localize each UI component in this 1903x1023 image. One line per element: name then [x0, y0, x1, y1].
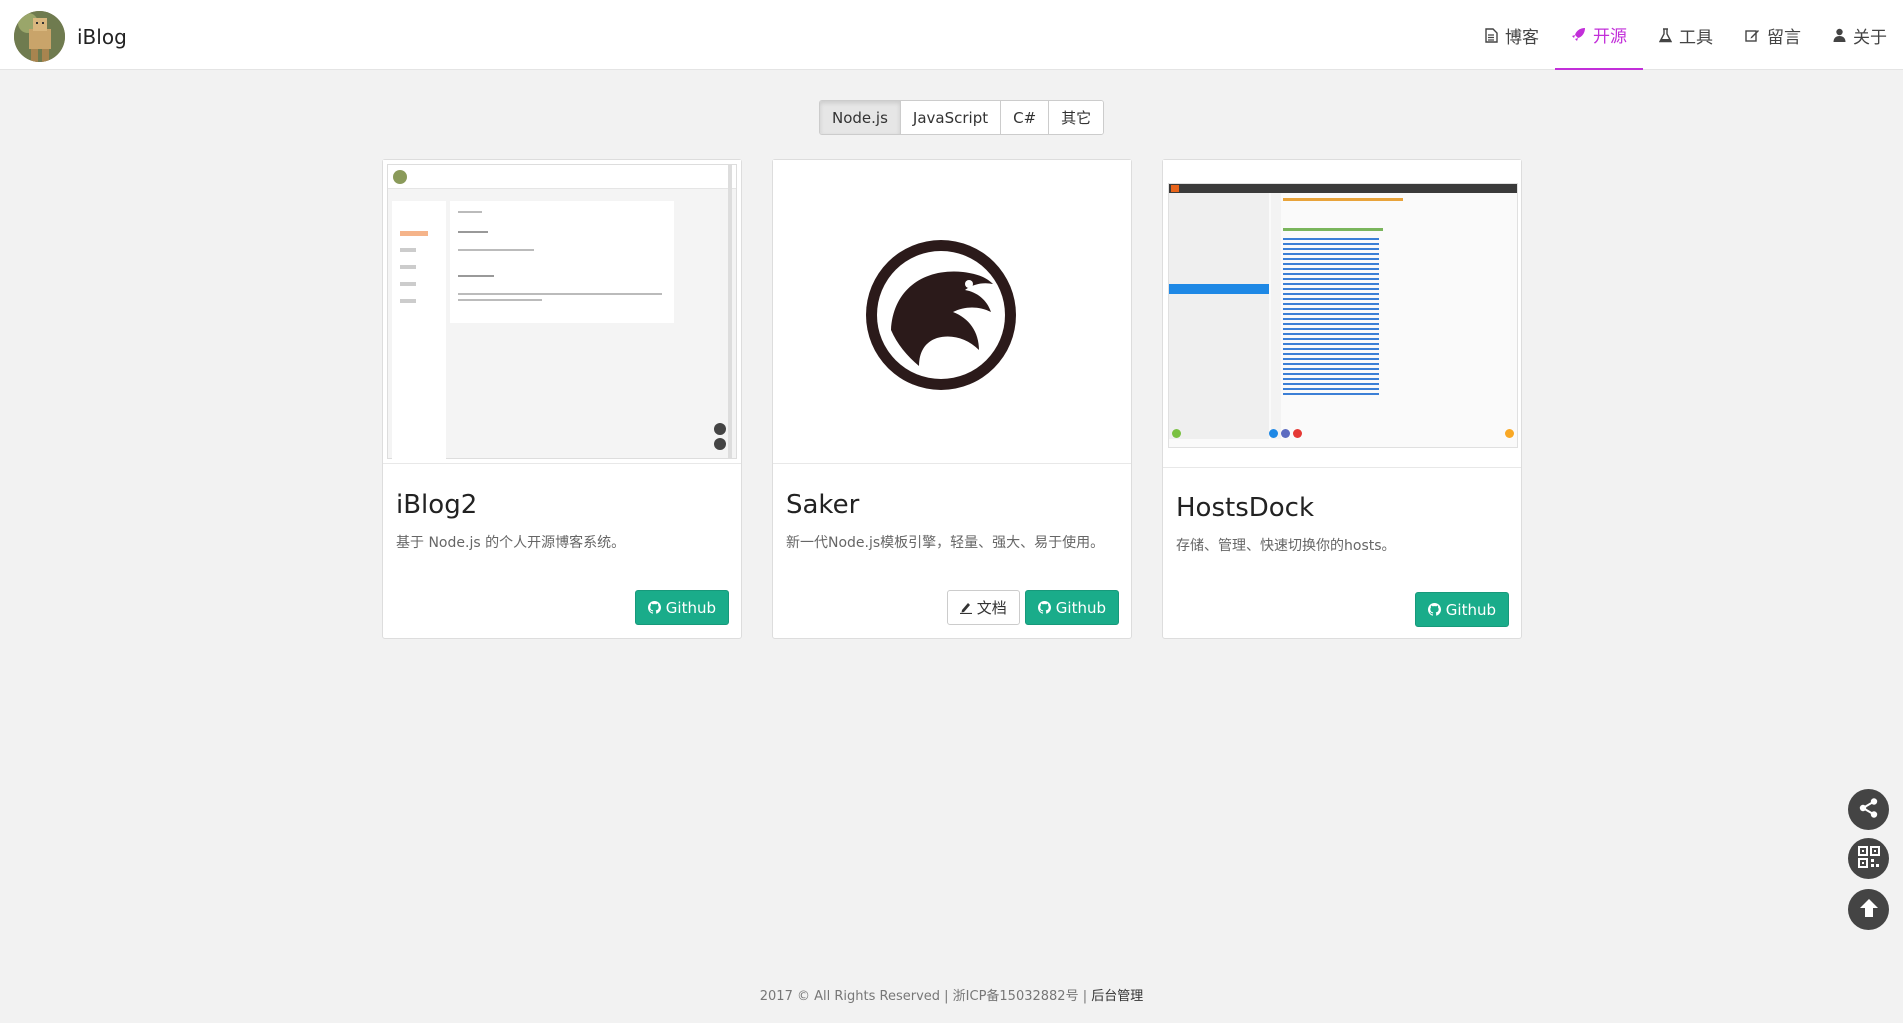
footer: 2017 © All Rights Reserved | 浙ICP备150328…	[0, 985, 1903, 1004]
share-button[interactable]	[1848, 789, 1889, 830]
edit-icon	[1745, 28, 1760, 43]
main-nav: 博客 开源 工具 留言 关于	[1469, 0, 1903, 70]
project-description: 新一代Node.js模板引擎，轻量、强大、易于使用。	[786, 535, 1105, 551]
project-description: 基于 Node.js 的个人开源博客系统。	[396, 535, 626, 551]
tab-nodejs[interactable]: Node.js	[820, 101, 900, 134]
avatar	[14, 11, 65, 62]
file-icon	[1485, 27, 1498, 43]
category-tabs: Node.js JavaScript C# 其它	[819, 100, 1105, 135]
tab-csharp[interactable]: C#	[1000, 101, 1049, 134]
user-icon	[1833, 28, 1846, 42]
github-button-label: Github	[1055, 598, 1106, 617]
nav-item-about[interactable]: 关于	[1817, 0, 1903, 70]
github-button-label: Github	[665, 598, 716, 617]
github-button-label: Github	[1445, 600, 1496, 619]
project-title: iBlog2	[396, 490, 478, 520]
brand-link[interactable]: iBlog	[14, 11, 127, 62]
tab-javascript[interactable]: JavaScript	[899, 101, 1001, 134]
qrcode-icon	[1857, 845, 1880, 872]
project-title: HostsDock	[1176, 493, 1315, 523]
rocket-icon	[1571, 27, 1586, 42]
nav-item-opensource[interactable]: 开源	[1555, 0, 1643, 70]
nav-item-label: 关于	[1853, 27, 1887, 48]
brand-name: iBlog	[77, 24, 127, 49]
nav-item-label: 留言	[1767, 27, 1801, 48]
share-icon	[1858, 797, 1880, 823]
docs-button[interactable]: 文档	[946, 590, 1020, 625]
nav-item-label: 博客	[1505, 27, 1539, 48]
nav-item-label: 工具	[1679, 27, 1713, 48]
github-icon	[647, 601, 661, 614]
back-to-top-button[interactable]	[1848, 889, 1889, 930]
nav-item-blog[interactable]: 博客	[1469, 0, 1555, 70]
project-card-saker: Saker 新一代Node.js模板引擎，轻量、强大、易于使用。 文档 Gith…	[772, 159, 1132, 639]
docs-button-label: 文档	[976, 599, 1007, 617]
project-card-iblog2: iBlog2 基于 Node.js 的个人开源博客系统。 Github	[382, 159, 742, 639]
project-screenshot	[1163, 160, 1521, 468]
qrcode-button[interactable]	[1848, 838, 1889, 879]
project-logo	[773, 160, 1131, 464]
footer-copyright: 2017 © All Rights Reserved | 浙ICP备150328…	[759, 989, 1092, 1004]
nav-item-tools[interactable]: 工具	[1643, 0, 1729, 70]
github-button[interactable]: Github	[1024, 590, 1119, 625]
nav-item-message[interactable]: 留言	[1729, 0, 1817, 70]
github-icon	[1427, 603, 1441, 616]
flask-icon	[1659, 27, 1672, 43]
github-button[interactable]: Github	[634, 590, 729, 625]
project-screenshot	[383, 160, 741, 464]
github-icon	[1037, 601, 1051, 614]
admin-link[interactable]: 后台管理	[1091, 989, 1143, 1004]
project-card-hostsdock: HostsDock 存储、管理、快速切换你的hosts。 Github	[1162, 159, 1522, 639]
github-button[interactable]: Github	[1414, 592, 1509, 627]
project-title: Saker	[786, 490, 860, 520]
tab-other[interactable]: 其它	[1048, 101, 1104, 134]
top-navbar: iBlog 博客 开源 工具 留言 关于	[0, 0, 1903, 70]
arrow-up-icon	[1858, 897, 1880, 923]
pen-icon	[959, 601, 972, 614]
nav-item-label: 开源	[1593, 26, 1627, 47]
project-description: 存储、管理、快速切换你的hosts。	[1176, 538, 1396, 554]
